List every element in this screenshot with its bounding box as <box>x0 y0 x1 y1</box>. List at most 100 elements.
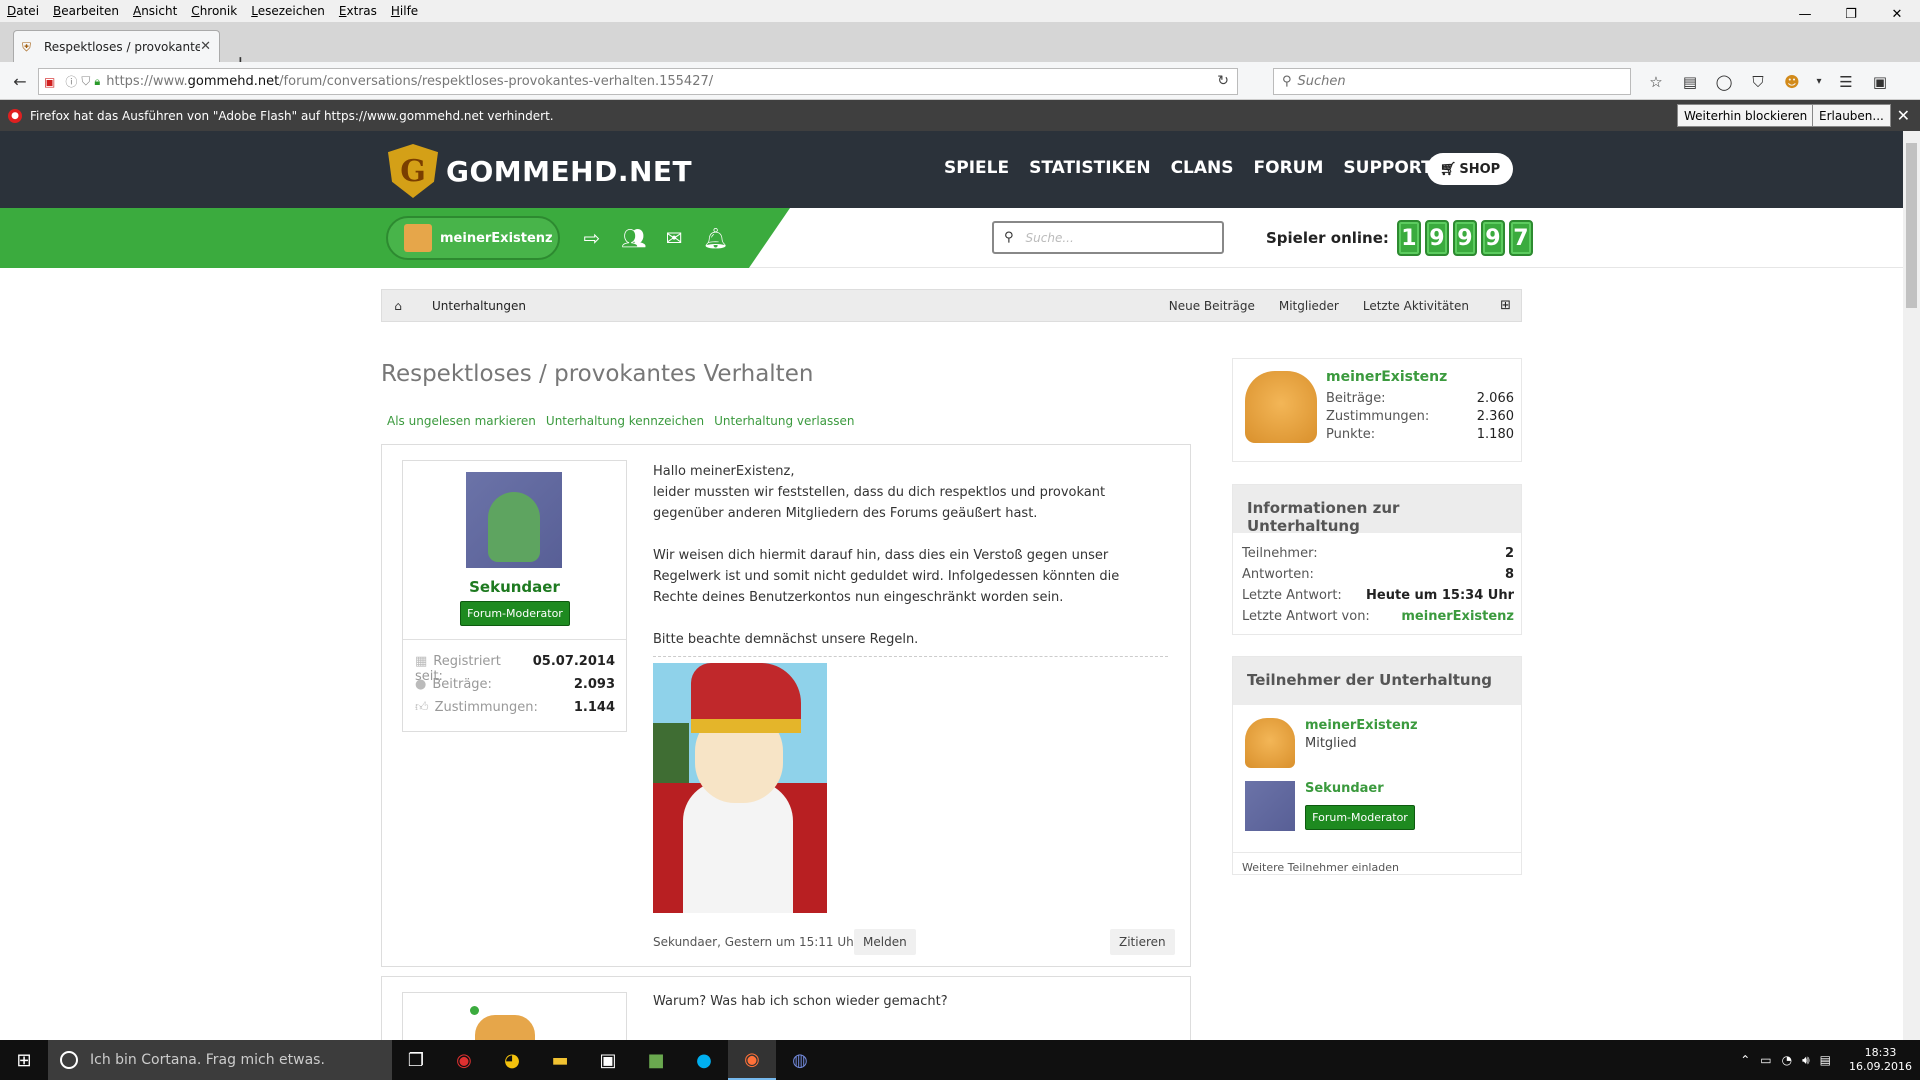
clock-time: 18:33 <box>1864 1046 1897 1059</box>
logo-shield-icon: G <box>388 144 438 198</box>
sidebar-stat: Punkte: 1.180 <box>1326 427 1514 442</box>
menu-lesezeichen[interactable]: Lesezeichen <box>244 4 332 18</box>
message-meta[interactable]: Sekundaer, Gestern um 15:11 Uhr <box>653 935 859 949</box>
url-text: https://www.gommehd.net/forum/conversati… <box>106 74 714 89</box>
last-reply-user-link[interactable]: meinerExistenz <box>1401 609 1514 624</box>
leave-conversation-link[interactable]: Unterhaltung verlassen <box>714 414 854 428</box>
mark-unread-link[interactable]: Als ungelesen markieren <box>387 414 536 428</box>
cortana-search[interactable]: Ich bin Cortana. Frag mich etwas. <box>48 1040 392 1080</box>
back-icon[interactable]: ← <box>6 67 34 95</box>
nav-clans[interactable]: CLANS <box>1171 158 1234 178</box>
user-profile-button[interactable]: meinerExistenz <box>386 216 560 260</box>
minecraft-icon[interactable]: ■ <box>632 1040 680 1080</box>
tab-strip: ⛨ Respektloses / provokante... ✕ + <box>0 22 1920 75</box>
invite-participants-link[interactable]: Weitere Teilnehmer einladen <box>1233 852 1521 874</box>
stat-likes: 👍︎ Zustimmungen: 1.144 <box>415 700 615 715</box>
chat-icon[interactable]: ◯ <box>1710 68 1738 95</box>
role-badge: Forum-Moderator <box>1305 805 1415 830</box>
firefox-icon[interactable]: ◉ <box>728 1040 776 1080</box>
menu-extras[interactable]: Extras <box>332 4 384 18</box>
site-search-input[interactable]: ⚲ Suche... <box>992 221 1224 254</box>
participant-name[interactable]: meinerExistenz <box>1305 718 1418 733</box>
allow-button[interactable]: Erlauben... <box>1812 104 1891 127</box>
show-hidden-icons-icon[interactable]: ⌃ <box>1740 1053 1750 1067</box>
volume-icon[interactable]: 🔊︎ <box>1802 1053 1810 1068</box>
menu-datei[interactable]: Datei <box>0 4 46 18</box>
site-favicon-icon: ⛨ <box>22 39 32 54</box>
start-button[interactable]: ⊞ <box>0 1040 48 1080</box>
close-tab-icon[interactable]: ✕ <box>200 39 211 54</box>
avatar[interactable] <box>1245 718 1295 768</box>
calendar-icon: ▦ <box>415 654 428 669</box>
hamburger-menu-icon[interactable]: ☰ <box>1832 68 1860 95</box>
mail-icon[interactable]: ✉ <box>662 226 686 250</box>
breadcrumb-unterhaltungen[interactable]: Unterhaltungen <box>432 299 526 313</box>
message-greeting: Hallo meinerExistenz, <box>653 464 795 479</box>
quote-button[interactable]: Zitieren <box>1110 929 1175 955</box>
participants-block: Teilnehmer der Unterhaltung meinerExiste… <box>1232 656 1522 875</box>
action-center-icon[interactable]: ▤ <box>1820 1053 1831 1067</box>
notification-bell-icon[interactable]: 🔔︎ <box>703 226 728 250</box>
flash-blocked-icon[interactable]: ▣ <box>44 75 55 89</box>
nav-spiele[interactable]: SPIELE <box>944 158 1009 178</box>
logout-icon[interactable]: ⇨ <box>580 226 604 250</box>
flag-conversation-link[interactable]: Unterhaltung kennzeichen <box>546 414 704 428</box>
url-bar[interactable]: ▣ ⓘ ⛉ 🔒︎ https://www.gommehd.net/forum/c… <box>38 68 1238 95</box>
network-icon[interactable]: ◔ <box>1782 1053 1792 1067</box>
close-notification-icon[interactable]: ✕ <box>1897 106 1910 125</box>
shop-button[interactable]: 🛒︎ SHOP <box>1427 153 1513 185</box>
online-indicator <box>470 1006 479 1015</box>
clock[interactable]: 18:33 16.09.2016 <box>1849 1046 1912 1074</box>
pocket-icon[interactable]: ⛉ <box>1744 68 1772 95</box>
skype-icon[interactable]: ● <box>680 1040 728 1080</box>
link-mitglieder[interactable]: Mitglieder <box>1279 299 1339 313</box>
reading-list-icon[interactable]: ▤ <box>1676 68 1704 95</box>
avatar[interactable] <box>1245 371 1317 443</box>
home-icon[interactable]: ⌂ <box>382 290 414 321</box>
dropdown-arrow-icon[interactable]: ▾ <box>1812 68 1826 95</box>
site-logo[interactable]: G GOMMEHD.NET <box>388 144 692 198</box>
page-scrollbar[interactable] <box>1903 131 1920 1040</box>
task-view-icon[interactable]: ❐ <box>392 1040 440 1080</box>
app-icon[interactable]: ◉ <box>440 1040 488 1080</box>
chrome-icon[interactable]: ◕ <box>488 1040 536 1080</box>
file-explorer-icon[interactable]: ▬ <box>536 1040 584 1080</box>
sidebar-username[interactable]: meinerExistenz <box>1326 369 1447 385</box>
menu-bearbeiten[interactable]: Bearbeiten <box>46 4 126 18</box>
browser-search-input[interactable]: ⚲ Suchen <box>1273 68 1631 95</box>
participant-name[interactable]: Sekundaer <box>1305 781 1384 796</box>
sidebar-user-block: meinerExistenz Beiträge: 2.066 Zustimmung… <box>1232 358 1522 462</box>
menu-ansicht[interactable]: Ansicht <box>126 4 184 18</box>
info-icon[interactable]: ⓘ <box>65 73 77 90</box>
flash-notification-bar: ● Firefox hat das Ausführen von "Adobe F… <box>0 100 1920 131</box>
avatar[interactable] <box>475 1015 535 1040</box>
avatar[interactable] <box>1245 781 1295 831</box>
browser-tab[interactable]: ⛨ Respektloses / provokante... ✕ <box>13 30 220 62</box>
page-title: Respektloses / provokantes Verhalten <box>381 361 814 387</box>
overflow-icon[interactable]: ▣ <box>1866 68 1894 95</box>
nav-support[interactable]: SUPPORT <box>1343 158 1432 178</box>
bookmark-star-icon[interactable]: ☆ <box>1642 68 1670 95</box>
link-letzte-aktivitaeten[interactable]: Letzte Aktivitäten <box>1363 299 1469 313</box>
menu-chronik[interactable]: Chronik <box>184 4 244 18</box>
menu-hilfe[interactable]: Hilfe <box>384 4 425 18</box>
extension-icon[interactable]: ☻ <box>1778 68 1806 95</box>
friends-icon[interactable]: 👥︎ <box>621 226 646 250</box>
sitemap-icon[interactable]: ⊞ <box>1500 298 1511 313</box>
site-header: G GOMMEHD.NET SPIELE STATISTIKEN CLANS F… <box>0 131 1903 208</box>
keep-blocking-button[interactable]: Weiterhin blockieren <box>1677 104 1815 127</box>
link-neue-beitraege[interactable]: Neue Beiträge <box>1169 299 1255 313</box>
nav-statistiken[interactable]: STATISTIKEN <box>1029 158 1150 178</box>
user-actions: ⇨ 👥︎ ✉ 🔔︎ <box>580 226 729 250</box>
tracking-shield-icon[interactable]: ⛉ <box>81 74 90 89</box>
avatar[interactable] <box>466 472 562 568</box>
battery-icon[interactable]: ▭ <box>1760 1053 1771 1067</box>
report-button[interactable]: Melden <box>854 929 916 955</box>
nav-forum[interactable]: FORUM <box>1254 158 1324 178</box>
store-icon[interactable]: ▣ <box>584 1040 632 1080</box>
reload-icon[interactable]: ↻ <box>1217 73 1229 89</box>
message-author[interactable]: Sekundaer <box>403 578 626 596</box>
discord-icon[interactable]: ◍ <box>776 1040 824 1080</box>
cortana-icon <box>60 1051 78 1069</box>
scrollbar-thumb[interactable] <box>1906 143 1917 308</box>
